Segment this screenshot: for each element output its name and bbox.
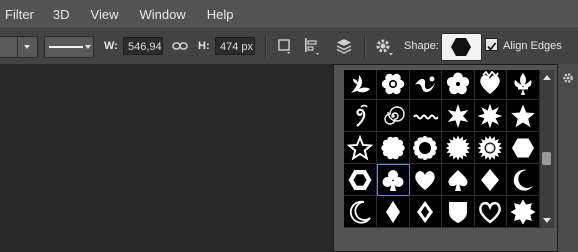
diamond-frame-icon bbox=[417, 200, 433, 223]
gear-icon[interactable] bbox=[562, 72, 574, 84]
star-outline-icon bbox=[347, 134, 373, 161]
fleur-de-lis-icon bbox=[513, 72, 532, 95]
shape-cell-wavy-line[interactable] bbox=[409, 100, 442, 132]
flower-blob-icon bbox=[446, 72, 469, 94]
options-bar: W: 546,94 p H: 474 px Shape: bbox=[0, 28, 578, 65]
menu-window[interactable]: Window bbox=[135, 7, 185, 22]
scalloped-circle-icon bbox=[380, 136, 405, 159]
shape-cell-heart[interactable] bbox=[409, 164, 442, 196]
path-operations-icon[interactable] bbox=[277, 38, 293, 54]
width-label: W: bbox=[104, 40, 118, 52]
flower-6-icon bbox=[381, 73, 404, 94]
heart-flower-icon bbox=[480, 70, 500, 94]
club-icon bbox=[382, 170, 404, 191]
shape-cell-floral-ornament[interactable] bbox=[409, 70, 442, 100]
stroke-width-dropdown[interactable] bbox=[0, 36, 38, 58]
shape-cell-curl[interactable] bbox=[344, 100, 377, 132]
menu-filter[interactable]: Filter bbox=[0, 7, 34, 22]
shape-cell-seal-8[interactable] bbox=[506, 196, 539, 228]
stroke-type-dropdown[interactable] bbox=[44, 36, 94, 58]
hexagon-frame-icon bbox=[348, 169, 372, 190]
shape-cell-shield[interactable] bbox=[441, 196, 475, 228]
shape-grid bbox=[344, 70, 539, 228]
path-alignment-icon[interactable] bbox=[303, 37, 321, 55]
menu-help[interactable]: Help bbox=[203, 7, 234, 22]
stroke-line-preview bbox=[49, 46, 83, 48]
shape-cell-star-5[interactable] bbox=[506, 100, 539, 132]
spade-icon bbox=[447, 169, 468, 191]
frame-circle-icon bbox=[413, 135, 437, 160]
shape-cell-seal-burst[interactable] bbox=[441, 132, 475, 164]
shape-cell-hexagon-frame[interactable] bbox=[344, 164, 377, 196]
menu-3d[interactable]: 3D bbox=[49, 7, 70, 22]
shape-cell-diamond[interactable] bbox=[376, 196, 410, 228]
align-edges-checkbox[interactable] bbox=[485, 38, 498, 51]
align-edges-label: Align Edges bbox=[503, 40, 562, 52]
seal-8-icon bbox=[510, 199, 535, 224]
checkmark-icon bbox=[487, 42, 497, 51]
heart-icon bbox=[415, 170, 435, 190]
heart-outline-icon bbox=[479, 201, 501, 224]
seal-burst-icon bbox=[445, 135, 470, 160]
divider bbox=[265, 35, 266, 58]
shape-cell-crescent-outline[interactable] bbox=[344, 196, 377, 228]
diamond-icon bbox=[385, 200, 400, 223]
curl-icon bbox=[356, 104, 368, 127]
shape-cell-crescent[interactable] bbox=[506, 164, 539, 196]
shape-cell-star-outline[interactable] bbox=[344, 132, 377, 164]
shape-cell-frame-circle[interactable] bbox=[409, 132, 442, 164]
shape-picker-button[interactable] bbox=[441, 33, 493, 61]
shape-cell-starburst-8[interactable] bbox=[474, 100, 507, 132]
shape-cell-seal-burst-outline[interactable] bbox=[474, 132, 507, 164]
shape-cell-heart-outline[interactable] bbox=[474, 196, 507, 228]
shape-cell-club[interactable] bbox=[376, 164, 410, 196]
shape-cell-spiral[interactable] bbox=[376, 100, 410, 132]
seal-burst-outline-icon bbox=[477, 135, 503, 160]
scroll-up-icon[interactable] bbox=[543, 75, 551, 80]
crescent-outline-icon bbox=[349, 200, 371, 224]
hexagon-icon bbox=[511, 137, 534, 158]
shape-cell-diamond-card[interactable] bbox=[474, 164, 507, 196]
wavy-line-icon bbox=[413, 114, 438, 119]
height-field[interactable]: 474 px bbox=[215, 37, 255, 55]
star-5-icon bbox=[510, 104, 535, 127]
shape-cell-scalloped-circle[interactable] bbox=[376, 132, 410, 164]
shape-cell-flower-6[interactable] bbox=[376, 70, 410, 100]
shape-cell-leaf-ornament[interactable] bbox=[344, 70, 377, 100]
spiral-icon bbox=[383, 105, 405, 125]
scroll-thumb[interactable] bbox=[542, 152, 551, 165]
panel-strip bbox=[558, 64, 578, 252]
width-field[interactable]: 546,94 p bbox=[123, 37, 163, 55]
shield-icon bbox=[448, 201, 467, 223]
divider bbox=[364, 35, 365, 58]
shape-cell-heart-flower[interactable] bbox=[474, 70, 507, 100]
shape-cell-fleur-de-lis[interactable] bbox=[506, 70, 539, 100]
height-label: H: bbox=[198, 40, 210, 52]
divider bbox=[17, 37, 18, 57]
chevron-down-icon bbox=[85, 45, 91, 49]
gear-icon[interactable] bbox=[375, 38, 393, 56]
menu-bar: Filter 3D View Window Help bbox=[0, 0, 578, 28]
starburst-6-icon bbox=[447, 103, 468, 128]
shape-label: Shape: bbox=[404, 40, 439, 52]
diamond-card-icon bbox=[481, 168, 499, 191]
shape-cell-diamond-frame[interactable] bbox=[409, 196, 442, 228]
shape-cell-spade[interactable] bbox=[441, 164, 475, 196]
link-icon[interactable] bbox=[172, 40, 188, 52]
hexagon-icon bbox=[451, 38, 471, 56]
shape-grid-scrollbar[interactable] bbox=[539, 70, 554, 228]
shape-cell-starburst-6[interactable] bbox=[441, 100, 475, 132]
floral-ornament-icon bbox=[415, 76, 435, 92]
leaf-ornament-icon bbox=[351, 74, 370, 93]
starburst-8-icon bbox=[477, 103, 503, 128]
menu-view[interactable]: View bbox=[87, 7, 119, 22]
chevron-down-icon bbox=[24, 45, 30, 49]
path-arrangement-icon[interactable] bbox=[334, 36, 354, 56]
scroll-down-icon[interactable] bbox=[543, 218, 551, 223]
shape-cell-hexagon[interactable] bbox=[506, 132, 539, 164]
crescent-icon bbox=[513, 169, 533, 191]
shape-cell-flower-blob[interactable] bbox=[441, 70, 475, 100]
